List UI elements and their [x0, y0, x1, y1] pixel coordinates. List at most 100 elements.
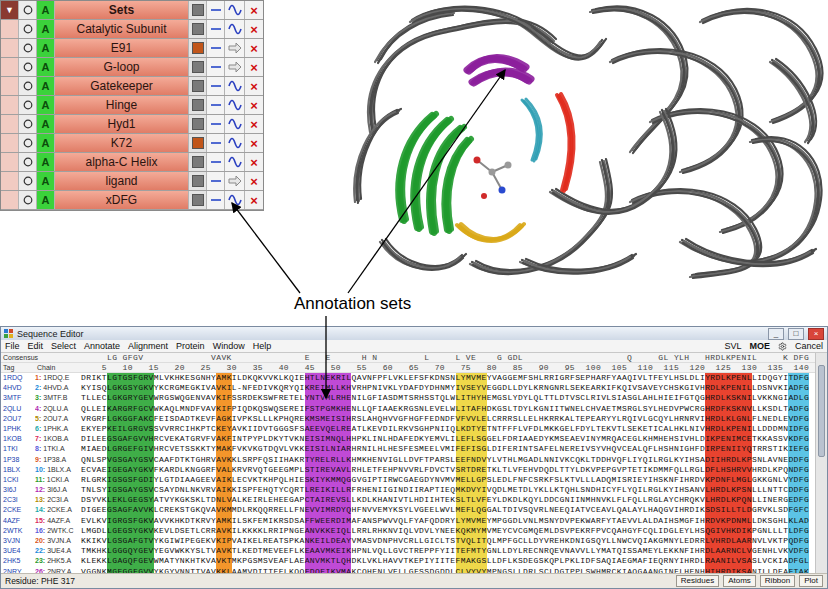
residue-sequence[interactable]: RLGRKIGSGSFGDIYLGTDIAAGEEVAIKLECVKTKHPQL…	[81, 475, 809, 485]
sequence-row[interactable]: 2HK523:2HK5.AKLEKKLGAGQFGEVWMATYNKHTKVAV…	[1, 556, 815, 566]
residue-sequence[interactable]: KLEKKLGAGQFGEVWMATYNKHTKVAVKTMKPGSMSVEAF…	[81, 556, 809, 566]
expand-toggle[interactable]	[1, 172, 19, 190]
protein-view[interactable]	[352, 0, 828, 282]
visibility-toggle[interactable]	[19, 134, 37, 152]
set-name[interactable]: Sets	[55, 1, 189, 19]
line-style[interactable]	[207, 172, 225, 190]
menu-item[interactable]: Select	[51, 341, 76, 351]
menu-item[interactable]: Help	[253, 341, 272, 351]
visibility-toggle[interactable]	[19, 115, 37, 133]
window-control-button[interactable]: _	[768, 328, 784, 340]
residue-sequence[interactable]: DIGEEGSAGFAVVKLCREKSTGKQVAVKMMDLRKQQRREL…	[81, 505, 809, 515]
expand-toggle[interactable]	[1, 20, 19, 38]
line-style[interactable]	[207, 1, 225, 19]
sequence-row[interactable]: 4HVD2:4HVD.AKYISQLGKGSYGKVYKCRGMEGKIVAVK…	[1, 383, 815, 393]
window-close-button[interactable]: ×	[808, 328, 824, 340]
sequence-row[interactable]: 2CKE14:2CKE.ADIGEEGSAGFAVVKLCREKSTGKQVAV…	[1, 505, 815, 515]
expand-toggle[interactable]: ▼	[1, 1, 19, 19]
residue-sequence[interactable]: KKIKVLGSGAFGTVYKGIWIPEGEKVKIPVAIKELREATS…	[81, 536, 809, 546]
delete-button[interactable]: ×	[245, 153, 263, 171]
display-style[interactable]	[225, 77, 245, 95]
sequence-row[interactable]: 1BLX10:1BLX.AECVAEIGEGAYGKVFKARDLKNGGRFV…	[1, 465, 815, 475]
display-style[interactable]	[225, 39, 245, 57]
sequence-row[interactable]: 4AZF15:4AZF.AEVLKVIGRGSFGKVAVVKHKDTKRVYA…	[1, 516, 815, 526]
scroll-thumb[interactable]	[818, 365, 825, 457]
delete-button[interactable]: ×	[245, 96, 263, 114]
active-flag[interactable]: A	[37, 134, 55, 152]
menu-item[interactable]: Alignment	[128, 341, 168, 351]
visibility-toggle[interactable]	[19, 77, 37, 95]
sequence-row[interactable]: 2WTK16:2WTK.CLMGDLLGEGSYGKVKEVLDSETLCRRA…	[1, 526, 815, 536]
active-flag[interactable]: A	[37, 39, 55, 57]
expand-toggle[interactable]	[1, 96, 19, 114]
delete-button[interactable]: ×	[245, 115, 263, 133]
status-button[interactable]: Residues	[676, 575, 719, 587]
gear-icon[interactable]	[778, 342, 787, 351]
line-style[interactable]	[207, 77, 225, 95]
delete-button[interactable]: ×	[245, 134, 263, 152]
visibility-toggle[interactable]	[19, 58, 37, 76]
expand-toggle[interactable]	[1, 115, 19, 133]
delete-button[interactable]: ×	[245, 58, 263, 76]
delete-button[interactable]: ×	[245, 172, 263, 190]
menu-item[interactable]: File	[5, 341, 20, 351]
set-name[interactable]: Hyd1	[55, 115, 189, 133]
window-control-button[interactable]: □	[788, 328, 804, 340]
display-style[interactable]	[225, 1, 245, 19]
sequence-row[interactable]: 1TKI8:1TKI.AMIAEDLGRGEFGIVHRCVETSSKKTYMA…	[1, 444, 815, 454]
active-flag[interactable]: A	[37, 1, 55, 19]
status-button[interactable]: Plot	[799, 575, 823, 587]
annotation-set-row[interactable]: Aalpha-C Helix×	[1, 153, 263, 172]
line-style[interactable]	[207, 153, 225, 171]
menu-item[interactable]: Edit	[28, 341, 44, 351]
visibility-toggle[interactable]	[19, 191, 37, 209]
active-flag[interactable]: A	[37, 77, 55, 95]
residue-sequence[interactable]: VRGRFLGKGGFAKCFEISDADTKEVFAGKIVPKSLLLKPH…	[81, 414, 809, 424]
color-swatch[interactable]	[189, 58, 207, 76]
color-swatch[interactable]	[189, 1, 207, 19]
expand-toggle[interactable]	[1, 153, 19, 171]
annotation-set-row[interactable]: ACatalytic Subunit×	[1, 20, 263, 39]
residue-sequence[interactable]: TLLECLGKGRYGEVWRGSWQGENVAVKIFSSRDEKSWFRE…	[81, 393, 809, 403]
display-style[interactable]	[225, 153, 245, 171]
line-style[interactable]	[207, 58, 225, 76]
active-flag[interactable]: A	[37, 96, 55, 114]
active-flag[interactable]: A	[37, 58, 55, 76]
visibility-toggle[interactable]	[19, 172, 37, 190]
residue-sequence[interactable]: ECVAEIGEGAYGKVFKARDLKNGGRFVALKRVRVQTGEEG…	[81, 465, 809, 475]
sequence-row[interactable]: 2C3I13:2C3I.ADSYVKLEKLGEGSYATVYKGKSKLTDN…	[1, 495, 815, 505]
set-name[interactable]: Gatekeeper	[55, 77, 189, 95]
sequence-row[interactable]: 2OU75:2OU7.AVRGRFLGKGGFAKCFEISDADTKEVFAG…	[1, 414, 815, 424]
sequence-row[interactable]: 2QLU4:2QLU.AQLLEIKARGRFGCVWKAQLMNDFVAVKI…	[1, 404, 815, 414]
delete-button[interactable]: ×	[245, 77, 263, 95]
expand-toggle[interactable]	[1, 58, 19, 76]
visibility-toggle[interactable]	[19, 96, 37, 114]
sequence-row[interactable]: 1PHK6:1PHK.AEKYEPKEILGRGVSSVVRRCIHKPTCKE…	[1, 424, 815, 434]
display-style[interactable]	[225, 96, 245, 114]
set-name[interactable]: ligand	[55, 172, 189, 190]
set-name[interactable]: G-loop	[55, 58, 189, 76]
residue-sequence[interactable]: MIAEDLGRGEFGIVHRCVETSSKKTYMAKFVKVKGTDQVL…	[81, 444, 809, 454]
status-button[interactable]: Atoms	[723, 575, 756, 587]
menu-item[interactable]: Window	[213, 341, 245, 351]
visibility-toggle[interactable]	[19, 1, 37, 19]
delete-button[interactable]: ×	[245, 20, 263, 38]
visibility-toggle[interactable]	[19, 39, 37, 57]
expand-toggle[interactable]	[1, 77, 19, 95]
display-style[interactable]	[225, 58, 245, 76]
residue-sequence[interactable]: EKYEPKEILGRGVSSVVRRCIHKPTCKEYAVKIIDVTGGG…	[81, 424, 809, 434]
annotation-set-row[interactable]: AG-loop ×	[1, 58, 263, 77]
set-name[interactable]: alpha-C Helix	[55, 153, 189, 171]
line-style[interactable]	[207, 96, 225, 114]
display-style[interactable]	[225, 191, 245, 209]
sequence-row[interactable]: 3MTF3:3MTF.BTLLECLGKGRYGEVWRGSWQGENVAVKI…	[1, 393, 815, 403]
visibility-toggle[interactable]	[19, 153, 37, 171]
line-style[interactable]	[207, 20, 225, 38]
active-flag[interactable]: A	[37, 115, 55, 133]
menu-item[interactable]: Annotate	[84, 341, 120, 351]
chain-header[interactable]: Chain	[35, 363, 81, 372]
residue-sequence[interactable]: QLLEIKARGRFGCVWKAQLMNDFVAVKIFPIQDKQSWQSE…	[81, 404, 809, 414]
annotation-set-row[interactable]: Aligand×	[1, 172, 263, 191]
line-style[interactable]	[207, 115, 225, 133]
visibility-toggle[interactable]	[19, 20, 37, 38]
